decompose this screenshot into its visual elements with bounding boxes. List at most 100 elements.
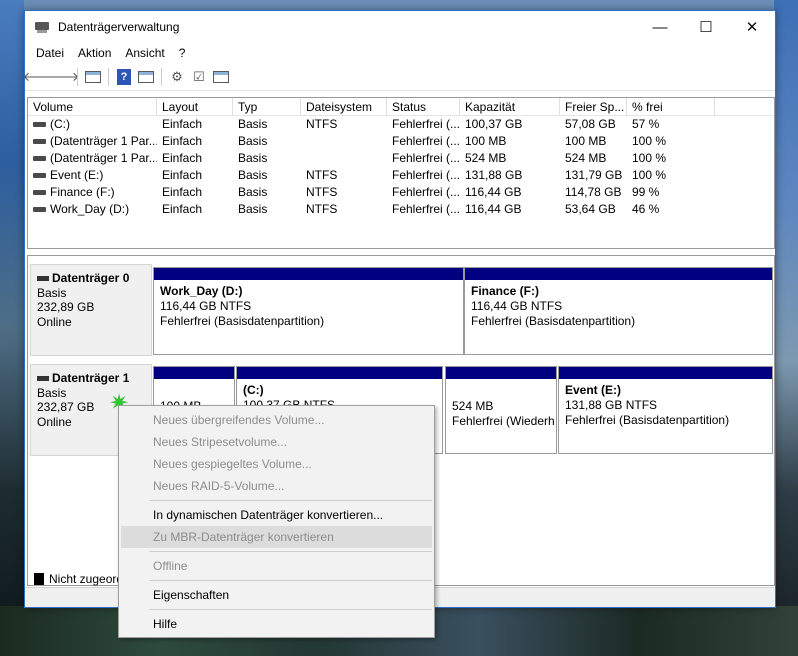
cell-layout: Einfach	[157, 201, 233, 218]
partition-bar	[446, 367, 556, 379]
legend-unallocated: Nicht zugeord	[34, 572, 123, 586]
menu-separator	[149, 551, 432, 552]
desktop-background-left	[0, 0, 24, 656]
cell-freier-speicher: 524 MB	[560, 150, 627, 167]
table-row[interactable]: (Datenträger 1 Par... Einfach Basis Fehlerf…	[28, 133, 774, 150]
disk-0-label[interactable]: Datenträger 0 Basis 232,89 GB Online	[30, 264, 152, 356]
cell-dateisystem	[301, 133, 387, 150]
partition-status: Fehlerfrei (Basisdatenpartition)	[471, 314, 636, 328]
menu-aktion[interactable]: Aktion	[71, 46, 118, 60]
volume-rows: (C:) Einfach Basis NTFS Fehlerfrei (... 100,3…	[28, 116, 774, 218]
cell-kapazitaet: 116,44 GB	[460, 201, 560, 218]
cell-status: Fehlerfrei (...	[387, 116, 460, 133]
title-bar[interactable]: Datenträgerverwaltung — ☐ ✕	[25, 11, 775, 43]
column-typ[interactable]: Typ	[233, 98, 301, 115]
partition-bar	[465, 268, 772, 280]
table-row[interactable]: Work_Day (D:) Einfach Basis NTFS Fehlerfrei …	[28, 201, 774, 218]
cell-freier-speicher: 100 MB	[560, 133, 627, 150]
menu-ansicht[interactable]: Ansicht	[118, 46, 171, 60]
menu-help[interactable]: ?	[172, 46, 193, 60]
legend-label: Nicht zugeord	[49, 572, 124, 586]
cell-prozent-frei: 57 %	[627, 116, 715, 133]
cell-text: 100 MB	[465, 134, 507, 148]
cell-text: 53,64 GB	[565, 202, 616, 216]
table-row[interactable]: Event (E:) Einfach Basis NTFS Fehlerfrei (..…	[28, 167, 774, 184]
toolbar: 🡐 🡒 ? ⚙ ☑	[23, 63, 775, 91]
cell-layout: Einfach	[157, 133, 233, 150]
table-row[interactable]: Finance (F:) Einfach Basis NTFS Fehlerfrei (…	[28, 184, 774, 201]
cell-text: 131,88 GB	[465, 168, 523, 182]
cell-text: Einfach	[162, 134, 203, 148]
cell-text: 57 %	[632, 117, 660, 131]
cell-prozent-frei: 99 %	[627, 184, 715, 201]
cell-text: 100 MB	[565, 134, 607, 148]
forward-arrow-icon[interactable]: 🡒	[45, 66, 80, 88]
console-tree-icon[interactable]	[82, 66, 104, 88]
column-status[interactable]: Status	[387, 98, 460, 115]
cell-text: Basis	[238, 134, 268, 148]
cell-text: NTFS	[306, 117, 338, 131]
list-view-icon[interactable]	[210, 66, 232, 88]
cell-status: Fehlerfrei (...	[387, 167, 460, 184]
volume-list[interactable]: Volume Layout Typ Dateisystem Status Kap…	[27, 97, 775, 249]
column-freier-speicher[interactable]: Freier Sp...	[560, 98, 627, 115]
cell-text: (C:)	[50, 117, 70, 131]
menu-new-raid5-volume[interactable]: Neues RAID-5-Volume...	[119, 475, 434, 497]
menu-new-spanned-volume[interactable]: Neues übergreifendes Volume...	[119, 409, 434, 431]
menu-new-striped-volume[interactable]: Neues Stripesetvolume...	[119, 431, 434, 453]
cell-layout: Einfach	[157, 116, 233, 133]
table-row[interactable]: (Datenträger 1 Par... Einfach Basis Fehlerf…	[28, 150, 774, 167]
cell-text: Einfach	[162, 168, 203, 182]
cell-text: 57,08 GB	[565, 117, 616, 131]
menu-offline[interactable]: Offline	[119, 555, 434, 577]
menu-properties[interactable]: Eigenschaften	[119, 584, 434, 606]
cell-typ: Basis	[233, 167, 301, 184]
menu-bar: Datei Aktion Ansicht ?	[25, 43, 775, 63]
properties-grid-icon[interactable]	[135, 66, 157, 88]
column-layout[interactable]: Layout	[157, 98, 233, 115]
column-volume[interactable]: Volume	[28, 98, 157, 115]
column-dateisystem[interactable]: Dateisystem	[301, 98, 387, 115]
close-button[interactable]: ✕	[729, 11, 775, 43]
column-kapazitaet[interactable]: Kapazität	[460, 98, 560, 115]
partition-size: 524 MB	[452, 399, 494, 413]
minimize-button[interactable]: —	[637, 11, 683, 43]
partition-bar	[154, 367, 234, 379]
cell-text: 46 %	[632, 202, 660, 216]
cell-text: Einfach	[162, 185, 203, 199]
toolbar-separator	[108, 67, 109, 86]
cell-text: 114,78 GB	[565, 185, 622, 199]
disk-name: Datenträger 0	[52, 271, 130, 285]
menu-datei[interactable]: Datei	[29, 46, 71, 60]
cell-text: 99 %	[632, 185, 660, 199]
cell-text: Fehlerfrei (...	[392, 185, 460, 199]
partition-recovery[interactable]: 524 MB Fehlerfrei (Wiederh	[445, 366, 557, 454]
menu-convert-dynamic[interactable]: In dynamischen Datenträger konvertieren.…	[119, 504, 434, 526]
menu-convert-mbr[interactable]: Zu MBR-Datenträger konvertieren	[121, 526, 432, 548]
cell-dateisystem: NTFS	[301, 201, 387, 218]
connect-disk-icon[interactable]: ⚙	[166, 66, 188, 88]
cell-typ: Basis	[233, 201, 301, 218]
menu-separator	[149, 609, 432, 610]
menu-help[interactable]: Hilfe	[119, 613, 434, 635]
cell-text: 116,44 GB	[465, 185, 522, 199]
partition-event[interactable]: Event (E:) 131,88 GB NTFS Fehlerfrei (Ba…	[558, 366, 773, 454]
cell-text: Basis	[238, 202, 268, 216]
checklist-icon[interactable]: ☑	[188, 66, 210, 88]
partition-finance[interactable]: Finance (F:) 116,44 GB NTFS Fehlerfrei (…	[464, 267, 773, 355]
cell-kapazitaet: 524 MB	[460, 150, 560, 167]
menu-new-mirrored-volume[interactable]: Neues gespiegeltes Volume...	[119, 453, 434, 475]
cell-prozent-frei: 100 %	[627, 133, 715, 150]
partition-work-day[interactable]: Work_Day (D:) 116,44 GB NTFS Fehlerfrei …	[153, 267, 464, 355]
volume-icon	[33, 156, 46, 162]
cell-text: 100,37 GB	[465, 117, 523, 131]
disk-size: 232,89 GB	[37, 300, 95, 314]
help-icon[interactable]: ?	[113, 66, 135, 88]
cell-volume: (Datenträger 1 Par...	[28, 133, 157, 150]
column-prozent-frei[interactable]: % frei	[627, 98, 715, 115]
cell-volume: Work_Day (D:)	[28, 201, 157, 218]
cell-text: Einfach	[162, 117, 203, 131]
maximize-button[interactable]: ☐	[683, 11, 729, 43]
table-row[interactable]: (C:) Einfach Basis NTFS Fehlerfrei (... 100,3…	[28, 116, 774, 133]
cell-typ: Basis	[233, 184, 301, 201]
